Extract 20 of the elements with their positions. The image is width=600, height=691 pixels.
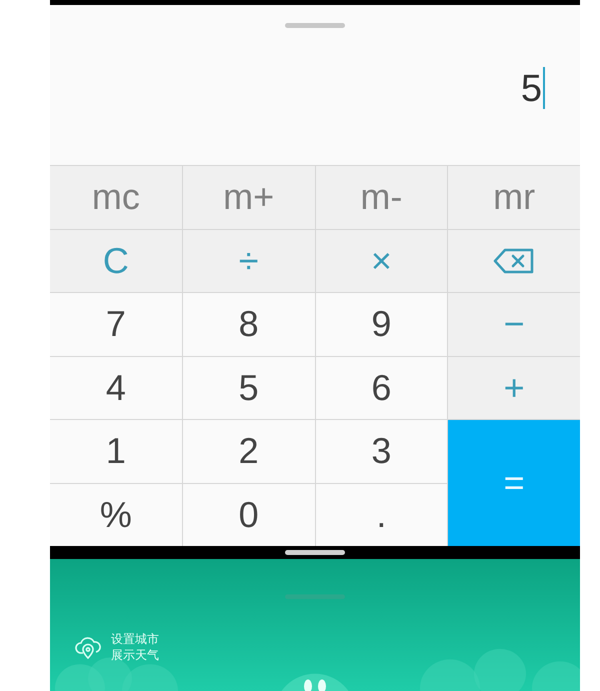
drag-handle[interactable] [285,23,345,28]
calculator-key[interactable]: . [316,484,448,546]
calculator-key[interactable]: 7 [50,293,182,356]
backspace-button[interactable] [448,230,580,292]
calculator-key[interactable]: 5 [182,356,314,419]
calculator-key[interactable]: 8 [182,293,314,356]
weather-prompt: 设置城市 [111,631,159,647]
calculator-key[interactable]: 6 [316,356,448,419]
calculator-key[interactable]: 2 [182,420,314,482]
calculator-key[interactable]: % [50,484,182,546]
calculator-key[interactable]: 0 [182,484,314,546]
display-value: 5 [520,67,542,111]
backspace-icon [493,246,536,275]
drag-handle[interactable] [285,550,345,555]
weather-prompt: 展示天气 [111,647,159,663]
calculator-key[interactable]: 4 [50,356,182,419]
cloud-location-icon [75,634,101,660]
calculator-key[interactable]: 1 [50,420,182,482]
calculator-key[interactable]: 3 [316,420,448,482]
calculator-key[interactable]: 9 [316,293,448,356]
